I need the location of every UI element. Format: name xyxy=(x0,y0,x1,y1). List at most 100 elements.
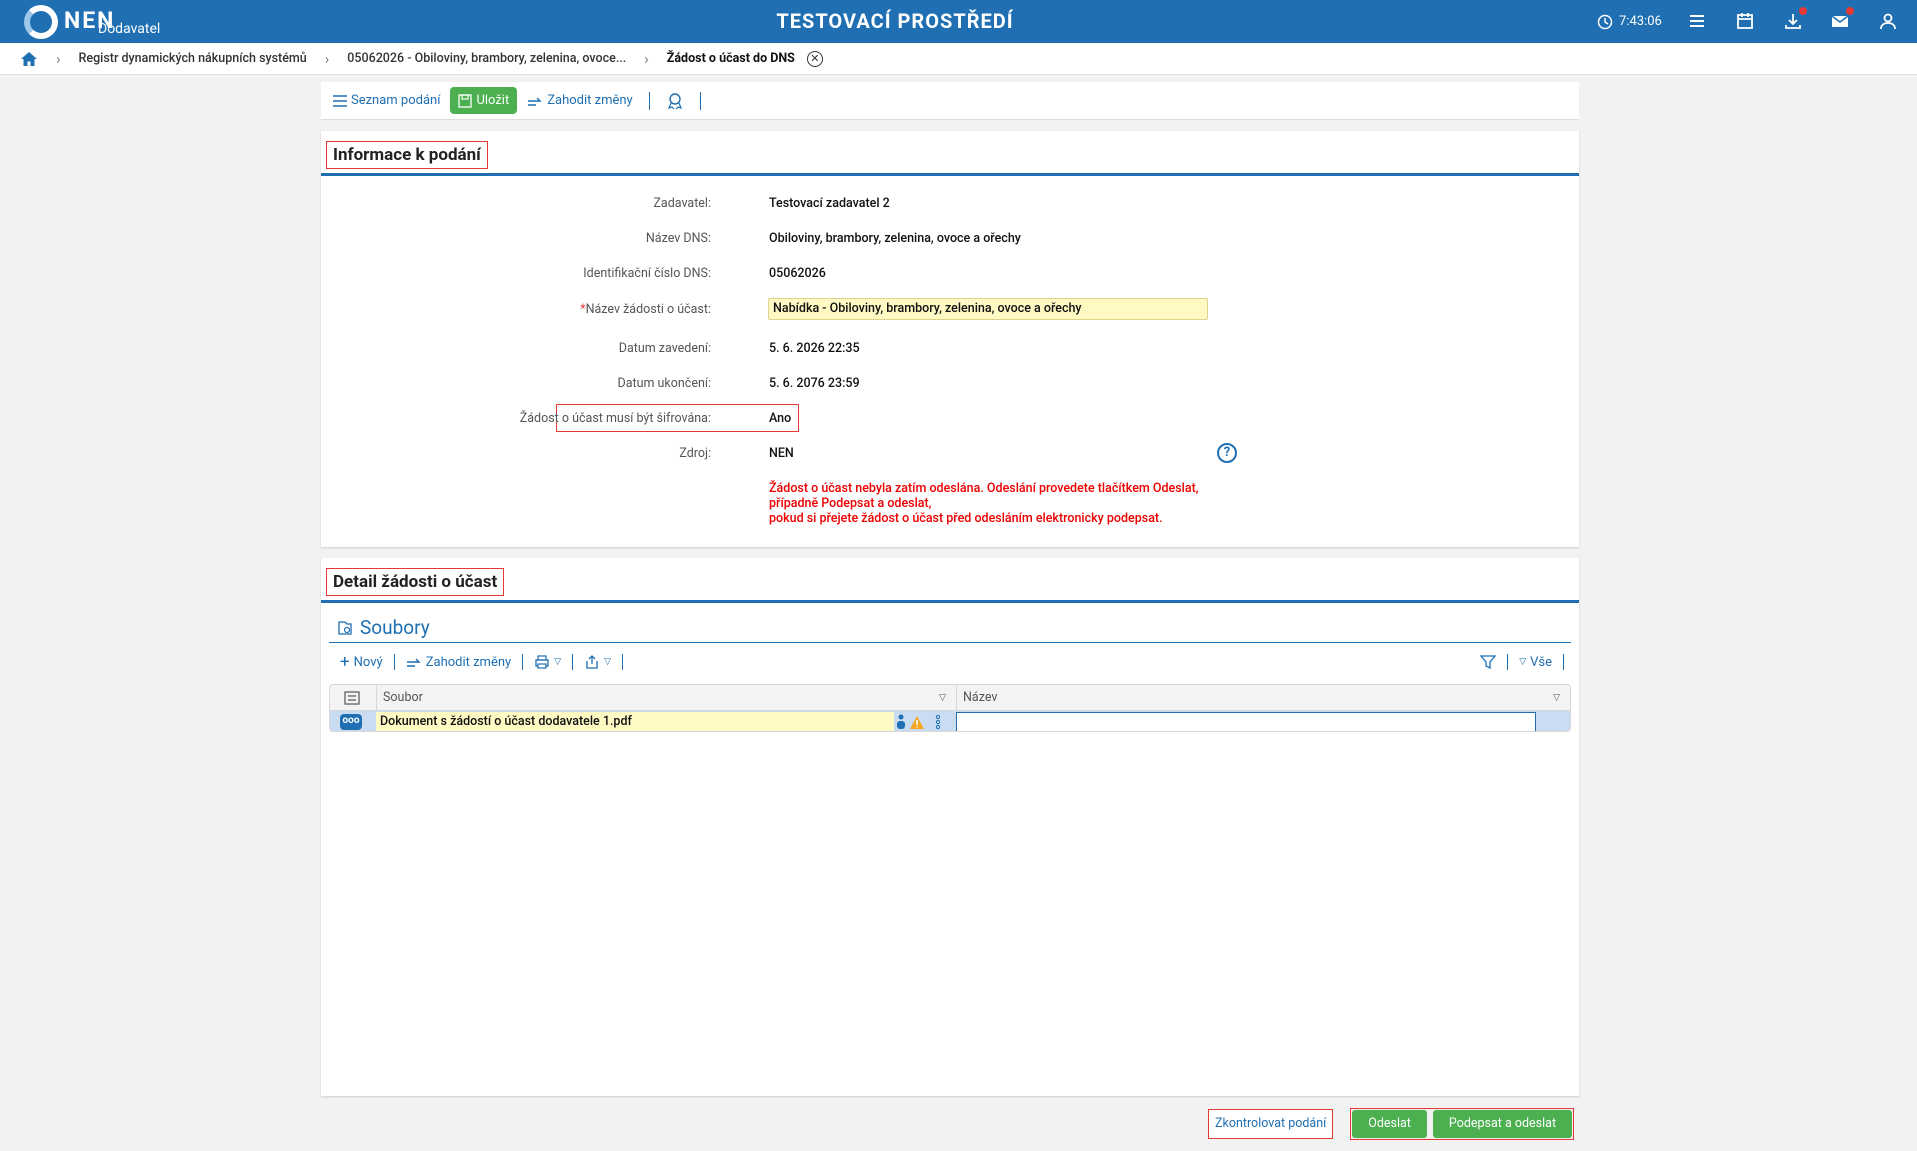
field-label: Žádost o účast musí být šifrována: xyxy=(519,410,711,426)
more-vertical-icon[interactable] xyxy=(934,714,942,730)
files-discard-label: Zahodit změny xyxy=(425,654,512,670)
name-cell-input[interactable] xyxy=(956,712,1536,731)
close-tab-icon[interactable]: ✕ xyxy=(806,50,823,67)
field-value: 5. 6. 2076 23:59 xyxy=(769,375,860,391)
discard-changes-button[interactable]: Zahodit změny xyxy=(523,91,636,110)
field-label: *Název žádosti o účast: xyxy=(580,302,711,317)
breadcrumb-dns[interactable]: 05062026 - Obiloviny, brambory, zelenina… xyxy=(347,51,626,66)
field-value: 5. 6. 2026 22:35 xyxy=(769,340,860,356)
chevron-right-icon: › xyxy=(56,49,61,68)
send-button[interactable]: Odeslat xyxy=(1352,1110,1427,1138)
column-settings-button[interactable] xyxy=(330,685,376,711)
field-row-dns-name: Název DNS: Obiloviny, brambory, zelenina… xyxy=(321,224,1579,252)
files-grid: Soubor ▽ Název ▽ ooo Dokument s žádostí … xyxy=(329,684,1571,732)
toolbar-divider xyxy=(622,654,624,670)
breadcrumb-registry[interactable]: Registr dynamických nákupních systémů xyxy=(79,51,307,66)
export-icon xyxy=(586,655,598,669)
help-icon[interactable]: ? xyxy=(1217,443,1237,463)
export-menu-button[interactable]: ▽ xyxy=(580,653,615,671)
session-clock: 7:43:06 xyxy=(1597,0,1662,43)
sort-icon[interactable]: ▽ xyxy=(939,685,946,711)
field-row-source: Zdroj: NEN ? xyxy=(321,439,1579,467)
filter-icon xyxy=(1480,655,1497,670)
home-icon[interactable] xyxy=(20,51,38,67)
save-button[interactable]: Uložit xyxy=(450,87,518,114)
field-label: Název DNS: xyxy=(645,230,711,246)
action-bar: Zkontrolovat podání Odeslat Podepsat a o… xyxy=(1208,1108,1575,1140)
request-name-input[interactable]: Nabídka - Obiloviny, brambory, zelenina,… xyxy=(768,298,1208,320)
warning-icon xyxy=(910,715,924,729)
field-row-encryption: Žádost o účast musí být šifrována: Ano xyxy=(321,404,1579,432)
clock-icon xyxy=(1597,14,1613,29)
submission-list-button[interactable]: Seznam podání xyxy=(329,91,444,110)
files-section-title: Soubory xyxy=(336,616,430,639)
mail-icon[interactable] xyxy=(1829,7,1854,32)
menu-icon[interactable] xyxy=(1686,10,1708,32)
filter-button[interactable] xyxy=(1476,652,1500,672)
filter-all-dropdown[interactable]: ▽ Vše xyxy=(1515,653,1556,672)
field-row-contracting-authority: Zadavatel: Testovací zadavatel 2 xyxy=(321,189,1579,217)
field-label: Datum zavedení: xyxy=(618,340,711,356)
column-settings-icon xyxy=(344,691,360,705)
chevron-right-icon: › xyxy=(644,49,649,68)
award-icon xyxy=(667,92,682,109)
detail-panel: Detail žádosti o účast Soubory + Nový Za… xyxy=(321,558,1579,1096)
column-header-label: Soubor xyxy=(383,690,423,705)
toolbar-divider xyxy=(1507,654,1509,670)
column-header-file[interactable]: Soubor ▽ xyxy=(376,685,956,711)
submission-warning: Žádost o účast nebyla zatím odeslána. Od… xyxy=(769,481,1199,526)
new-file-label: Nový xyxy=(353,654,383,670)
row-actions-button[interactable]: ooo xyxy=(340,714,362,730)
files-discard-button[interactable]: Zahodit změny xyxy=(402,653,515,672)
chevron-down-icon: ▽ xyxy=(1519,657,1527,667)
file-status-icons xyxy=(896,714,942,730)
field-label-text: Název žádosti o účast: xyxy=(585,301,711,317)
info-person-icon xyxy=(897,714,905,729)
warning-line: případně Podepsat a odeslat, xyxy=(769,496,932,511)
warning-line: Žádost o účast nebyla zatím odeslána. Od… xyxy=(769,481,1199,496)
field-row-start-date: Datum zavedení: 5. 6. 2026 22:35 xyxy=(321,334,1579,362)
user-icon[interactable] xyxy=(1877,10,1899,32)
badge-button[interactable] xyxy=(662,90,688,112)
chevron-down-icon: ▽ xyxy=(554,657,562,667)
field-row-dns-id: Identifikační číslo DNS: 05062026 xyxy=(321,259,1579,287)
print-menu-button[interactable]: ▽ xyxy=(530,653,565,671)
submission-list-label: Seznam podání xyxy=(351,93,441,108)
column-header-label: Název xyxy=(963,690,998,705)
discard-icon xyxy=(528,97,542,106)
files-icon xyxy=(338,620,352,635)
field-label: Zadavatel: xyxy=(653,195,711,211)
toolbar-divider xyxy=(648,91,650,110)
list-icon xyxy=(333,94,347,107)
floppy-icon xyxy=(458,93,473,108)
field-value: Testovací zadavatel 2 xyxy=(769,195,890,211)
download-icon[interactable] xyxy=(1782,7,1807,32)
files-section-label: Soubory xyxy=(360,616,430,639)
check-submission-button[interactable]: Zkontrolovat podání xyxy=(1208,1109,1334,1139)
detail-panel-title: Detail žádosti o účast xyxy=(326,568,505,596)
clock-time: 7:43:06 xyxy=(1619,14,1662,29)
column-header-name[interactable]: Název ▽ xyxy=(956,685,1570,711)
sign-and-send-button[interactable]: Podepsat a odeslat xyxy=(1432,1110,1573,1138)
sort-icon[interactable]: ▽ xyxy=(1553,685,1560,711)
warning-line: pokud si přejete žádost o účast před ode… xyxy=(769,511,1163,526)
table-row[interactable]: ooo Dokument s žádostí o účast dodavatel… xyxy=(330,711,1570,731)
files-toolbar: + Nový Zahodit změny ▽ ▽ ▽ Vše xyxy=(336,650,1571,674)
mail-notification-dot xyxy=(1846,7,1854,15)
plus-icon: + xyxy=(340,652,350,672)
save-label: Uložit xyxy=(476,93,510,108)
filter-all-label: Vše xyxy=(1530,654,1552,670)
new-file-button[interactable]: + Nový xyxy=(336,653,387,672)
top-bar: NEN Dodavatel TESTOVACÍ PROSTŘEDÍ 7:43:0… xyxy=(0,0,1917,43)
discard-changes-label: Zahodit změny xyxy=(547,93,633,108)
form-toolbar: Seznam podání Uložit Zahodit změny xyxy=(321,82,1579,120)
print-icon xyxy=(535,655,549,669)
file-cell[interactable]: Dokument s žádostí o účast dodavatele 1.… xyxy=(376,712,894,731)
calendar-icon[interactable] xyxy=(1734,10,1756,32)
detail-panel-header: Detail žádosti o účast xyxy=(321,558,1579,603)
breadcrumb: › Registr dynamických nákupních systémů … xyxy=(0,43,1917,75)
toolbar-divider xyxy=(522,654,524,670)
discard-icon xyxy=(406,658,421,667)
send-buttons-group: Odeslat Podepsat a odeslat xyxy=(1350,1108,1575,1140)
field-value: 05062026 xyxy=(769,265,826,281)
